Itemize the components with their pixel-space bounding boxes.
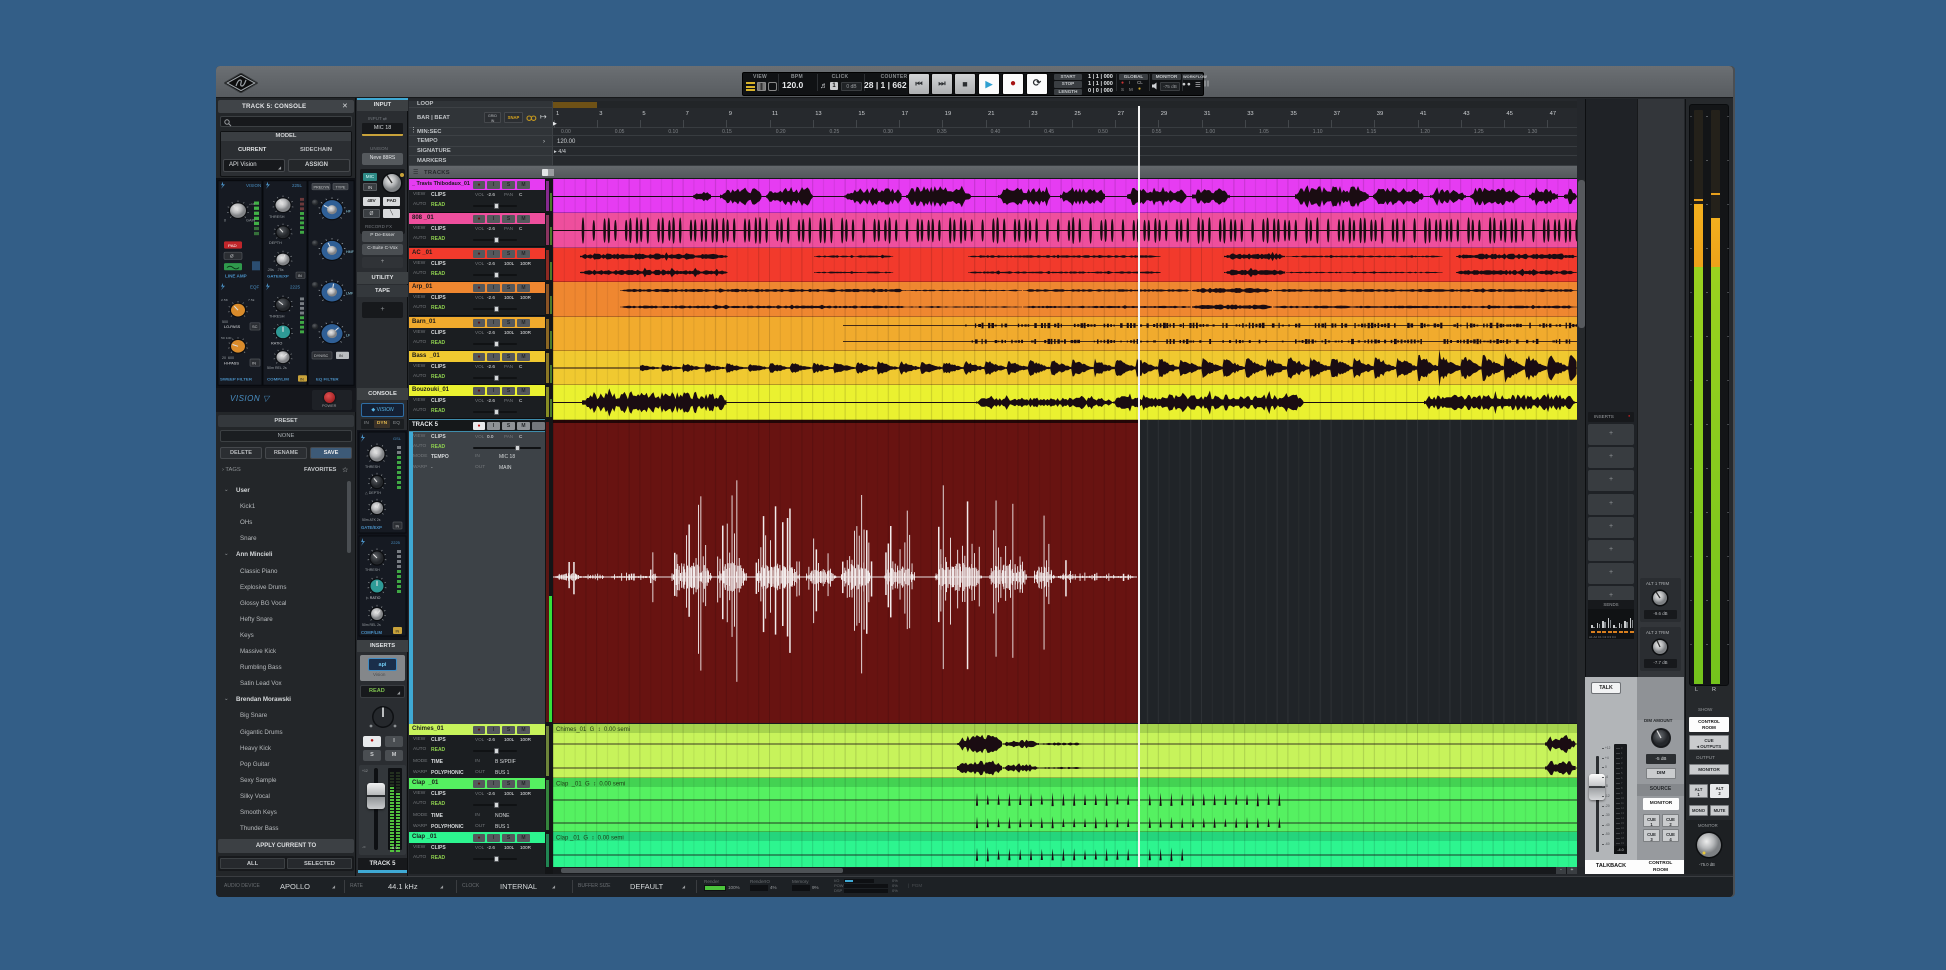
svg-text:50m REL 2s: 50m REL 2s [362,623,381,627]
svg-text:+10: +10 [249,202,255,206]
svg-text:THRESH: THRESH [365,568,380,572]
svg-text:2225: 2225 [391,540,401,545]
svg-text:DEPTH: DEPTH [269,241,282,245]
svg-text:IN: IN [252,362,256,366]
svg-text:LMF: LMF [346,292,353,296]
svg-text:50m ATK 2s: 50m ATK 2s [362,518,381,522]
svg-text:HMF: HMF [346,250,354,254]
svg-text:SC: SC [252,325,258,329]
svg-text:IN: IN [339,354,343,358]
svg-text:LO-PASS: LO-PASS [224,325,241,329]
svg-text:COMP/LIM: COMP/LIM [361,630,382,635]
svg-text:IN: IN [396,630,400,634]
svg-text:RATIO: RATIO [271,342,282,346]
svg-text:THRESH: THRESH [269,215,285,219]
svg-text:TYPE: TYPE [336,186,347,190]
svg-text:.25s .75s: .25s .75s [267,268,284,272]
svg-text:IN: IN [298,274,302,278]
svg-text:THRESH: THRESH [269,315,285,319]
svg-text:Clap _01 G ↕ 0.00 semi: Clap _01 G ↕ 0.00 semi [556,836,624,842]
svg-text:△ DEPTH: △ DEPTH [365,491,381,495]
svg-text:Chimes_01 G ↕ 0.00 semi: Chimes_01 G ↕ 0.00 semi [556,727,630,733]
svg-text:HI-PASS: HI-PASS [224,362,239,366]
svg-text:PAD: PAD [228,243,237,248]
svg-text:VISION: VISION [246,183,261,188]
svg-text:PREDYN: PREDYN [314,186,330,190]
svg-text:50m REL 2s: 50m REL 2s [267,366,287,370]
svg-text:GATE/EXP: GATE/EXP [267,274,289,279]
svg-text:500: 500 [222,320,228,324]
svg-text:7.5k: 7.5k [248,298,255,302]
svg-text:EQF: EQF [250,285,260,290]
svg-text:Clap _01 G ↕ 0.00 semi: Clap _01 G ↕ 0.00 semi [556,782,625,788]
svg-text:IN: IN [300,377,304,381]
svg-text:225L: 225L [292,183,303,188]
svg-text:2.5K: 2.5K [221,298,229,302]
svg-text:GATE/EXP: GATE/EXP [361,525,382,530]
svg-text:▷ RATIO: ▷ RATIO [366,596,381,600]
svg-text:GSL: GSL [393,436,402,441]
svg-text:LINE AMP: LINE AMP [225,274,247,279]
svg-text:THRESH: THRESH [365,465,380,469]
svg-text:DYN/SC: DYN/SC [314,354,329,358]
svg-text:COMP/LIM: COMP/LIM [267,377,289,382]
svg-text:LF: LF [346,334,350,338]
svg-text:0: 0 [224,219,226,223]
svg-text:SWEEP FILTER: SWEEP FILTER [220,377,252,382]
svg-text:50 100: 50 100 [221,336,232,340]
svg-text:20 600: 20 600 [222,356,234,360]
svg-text:Ø: Ø [230,254,234,259]
svg-text:HF: HF [346,210,351,214]
svg-text:EQ FILTER: EQ FILTER [316,377,339,382]
svg-text:IN: IN [396,525,400,529]
svg-text:2225: 2225 [290,285,301,290]
